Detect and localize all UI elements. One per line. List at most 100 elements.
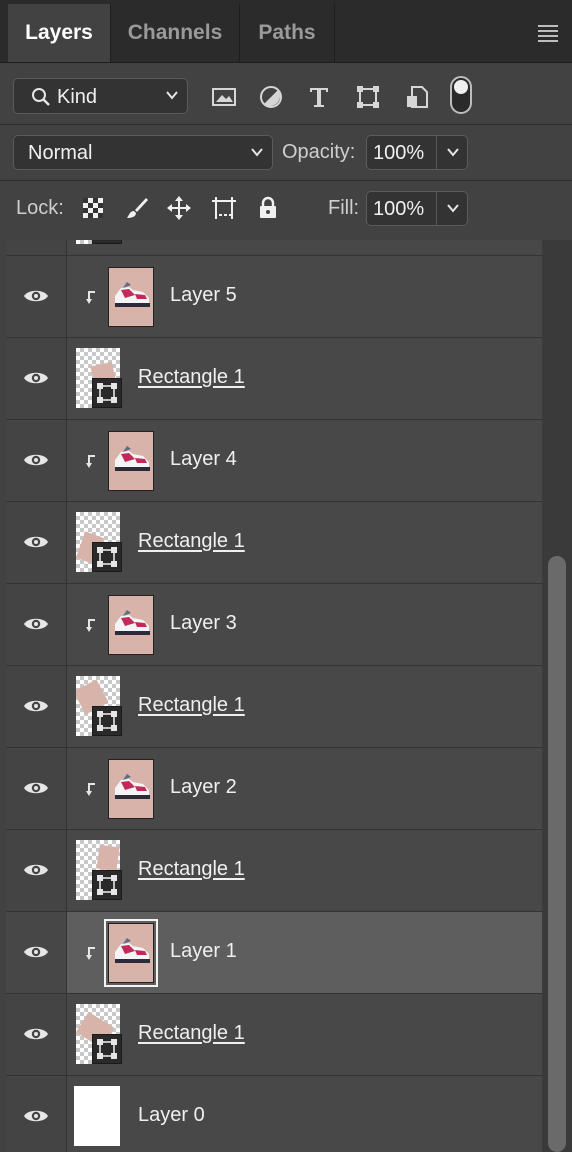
chevron-down-icon[interactable] bbox=[446, 201, 460, 215]
tab-layers[interactable]: Layers bbox=[8, 4, 111, 62]
filter-toggle[interactable] bbox=[450, 76, 472, 114]
visibility-cell[interactable] bbox=[6, 420, 67, 501]
lock-label: Lock: bbox=[16, 197, 64, 219]
clipping-mask-arrow-icon bbox=[86, 619, 95, 632]
eye-visibility-icon[interactable] bbox=[23, 1107, 49, 1125]
opacity-field[interactable]: 100% bbox=[366, 135, 468, 170]
layer-thumbnail bbox=[108, 759, 154, 819]
layer-row[interactable]: Rectangle 1 bbox=[6, 502, 542, 584]
layer-row[interactable]: Layer 4 bbox=[6, 420, 542, 502]
layer-name[interactable]: Rectangle 1 bbox=[138, 694, 245, 717]
visibility-cell bbox=[6, 240, 67, 255]
shape-layer-badge-icon bbox=[97, 547, 117, 567]
visibility-cell[interactable] bbox=[6, 994, 67, 1075]
layer-row[interactable]: Layer 0 bbox=[6, 1076, 542, 1152]
fill-value[interactable]: 100% bbox=[373, 198, 424, 221]
eye-visibility-icon[interactable] bbox=[23, 943, 49, 961]
tab-paths[interactable]: Paths bbox=[240, 4, 335, 62]
eye-visibility-icon[interactable] bbox=[23, 779, 49, 797]
layer-row[interactable]: Layer 1 bbox=[6, 912, 542, 994]
eye-visibility-icon[interactable] bbox=[23, 1025, 49, 1043]
layer-name[interactable]: Layer 2 bbox=[170, 776, 237, 799]
layer-row[interactable]: Layer 5 bbox=[6, 256, 542, 338]
eye-visibility-icon[interactable] bbox=[23, 861, 49, 879]
shape-badge bbox=[92, 1034, 122, 1064]
search-icon bbox=[32, 88, 50, 106]
clipping-mask-arrow-icon bbox=[86, 947, 95, 960]
shape-layer-badge-icon bbox=[97, 711, 117, 731]
shape-layer-badge-icon bbox=[97, 875, 117, 895]
lock-transparent-pixels-icon[interactable] bbox=[80, 195, 106, 221]
opacity-label: Opacity: bbox=[282, 141, 356, 163]
layer-thumbnail bbox=[108, 595, 154, 655]
visibility-cell[interactable] bbox=[6, 584, 67, 665]
eye-visibility-icon[interactable] bbox=[23, 615, 49, 633]
layer-row[interactable]: Rectangle 1 bbox=[6, 994, 542, 1076]
scrollbar-thumb[interactable] bbox=[548, 556, 566, 1152]
shoe-image-icon bbox=[115, 774, 150, 799]
layer-row[interactable]: Layer 2 bbox=[6, 748, 542, 830]
smart-object-filter-icon[interactable] bbox=[404, 84, 430, 110]
layer-name[interactable]: Layer 1 bbox=[170, 940, 237, 963]
layer-thumbnail bbox=[108, 267, 154, 327]
opacity-value[interactable]: 100% bbox=[373, 142, 424, 165]
shoe-image-icon bbox=[115, 610, 150, 635]
visibility-cell[interactable] bbox=[6, 502, 67, 583]
visibility-cell[interactable] bbox=[6, 666, 67, 747]
lock-position-move-icon[interactable] bbox=[166, 195, 192, 221]
lock-all-icon[interactable] bbox=[255, 195, 281, 221]
fill-field[interactable]: 100% bbox=[366, 191, 468, 226]
layer-thumbnail bbox=[104, 919, 158, 987]
toggle-knob bbox=[454, 80, 468, 94]
shape-layer-badge-icon bbox=[97, 1039, 117, 1059]
eye-visibility-icon[interactable] bbox=[23, 287, 49, 305]
layer-row[interactable]: Rectangle 1 bbox=[6, 666, 542, 748]
shape-badge bbox=[92, 378, 122, 408]
layer-name[interactable]: Layer 0 bbox=[138, 1104, 205, 1127]
visibility-cell[interactable] bbox=[6, 912, 67, 993]
eye-visibility-icon[interactable] bbox=[23, 697, 49, 715]
eye-visibility-icon[interactable] bbox=[23, 451, 49, 469]
layer-row-partial[interactable] bbox=[6, 240, 542, 256]
lock-artboard-icon[interactable] bbox=[211, 195, 237, 221]
clipping-mask-arrow-icon bbox=[86, 291, 95, 304]
visibility-cell[interactable] bbox=[6, 338, 67, 419]
blend-mode-select[interactable]: Normal bbox=[13, 135, 273, 170]
type-layer-filter-icon[interactable] bbox=[306, 84, 332, 110]
layer-name[interactable]: Rectangle 1 bbox=[138, 858, 245, 881]
visibility-cell[interactable] bbox=[6, 830, 67, 911]
layer-name[interactable]: Layer 4 bbox=[170, 448, 237, 471]
shoe-image-icon bbox=[115, 282, 150, 307]
clipping-mask-arrow-icon bbox=[86, 455, 95, 468]
tab-channels[interactable]: Channels bbox=[111, 4, 240, 62]
panel-menu-icon[interactable] bbox=[538, 25, 558, 45]
pixel-layer-filter-icon[interactable] bbox=[211, 84, 237, 110]
layer-name[interactable]: Rectangle 1 bbox=[138, 1022, 245, 1045]
adjustment-layer-filter-icon[interactable] bbox=[258, 84, 284, 110]
lock-image-pixels-brush-icon[interactable] bbox=[124, 195, 150, 221]
layer-name[interactable]: Layer 5 bbox=[170, 284, 237, 307]
divider bbox=[436, 136, 437, 169]
layer-row[interactable]: Layer 3 bbox=[6, 584, 542, 666]
visibility-cell[interactable] bbox=[6, 748, 67, 829]
panel-tab-bar: Layers Channels Paths bbox=[0, 0, 572, 63]
visibility-cell[interactable] bbox=[6, 1076, 67, 1152]
divider bbox=[0, 180, 572, 181]
layer-name[interactable]: Rectangle 1 bbox=[138, 530, 245, 553]
eye-visibility-icon[interactable] bbox=[23, 533, 49, 551]
shape-badge bbox=[92, 542, 122, 572]
layer-row[interactable]: Rectangle 1 bbox=[6, 338, 542, 420]
shape-layer-filter-icon[interactable] bbox=[355, 84, 381, 110]
divider bbox=[436, 192, 437, 225]
filter-kind-select[interactable]: Kind bbox=[13, 78, 188, 114]
fill-label: Fill: bbox=[328, 197, 360, 219]
chevron-down-icon[interactable] bbox=[446, 145, 460, 159]
layer-thumbnail bbox=[108, 431, 154, 491]
eye-visibility-icon[interactable] bbox=[23, 369, 49, 387]
visibility-cell[interactable] bbox=[6, 256, 67, 337]
shape-badge-icon bbox=[92, 240, 122, 244]
layer-name[interactable]: Layer 3 bbox=[170, 612, 237, 635]
layer-row[interactable]: Rectangle 1 bbox=[6, 830, 542, 912]
layer-thumbnail bbox=[74, 1086, 120, 1146]
layer-name[interactable]: Rectangle 1 bbox=[138, 366, 245, 389]
